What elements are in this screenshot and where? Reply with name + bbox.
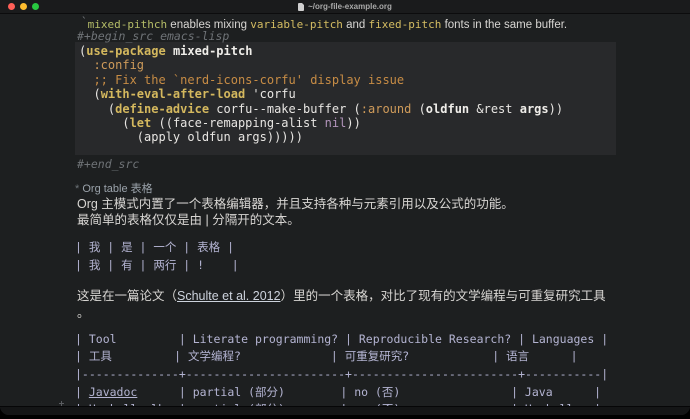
code-line[interactable]: (with-eval-after-load 'corfu xyxy=(79,87,616,101)
editor-buffer[interactable]: `mixed-pithch enables mixing variable-pi… xyxy=(0,14,690,415)
text-segment: | partial (部分) | no (否) | Java | xyxy=(137,385,601,399)
text-segment: variable-pitch xyxy=(250,18,343,31)
text-segment: corfu--make-buffer ( xyxy=(209,102,361,116)
paragraph-1[interactable]: Org 主模式内置了一个表格编辑器，并且支持各种与元素引用以及公式的功能。 xyxy=(77,196,690,213)
table-row[interactable]: | Tool | Literate programming? | Reprodu… xyxy=(75,331,690,349)
text-segment: 'corfu xyxy=(245,87,296,101)
text-segment xyxy=(79,73,93,87)
paper-table[interactable]: | Tool | Literate programming? | Reprodu… xyxy=(75,331,690,415)
screen: { "window": { "title": "~/org-file-examp… xyxy=(0,0,690,419)
document-icon xyxy=(298,3,304,11)
text-segment xyxy=(166,44,173,58)
table-row[interactable]: | 工具 | 文学编程? | 可重复研究? | 语言 | xyxy=(75,348,690,366)
text-segment: )) xyxy=(346,116,360,130)
code-line[interactable]: ;; Fix the `nerd-icons-corfu' display is… xyxy=(79,73,616,87)
code-line[interactable]: (let ((face-remapping-alist nil)) xyxy=(79,116,616,130)
text-segment: | 我 | 是 | 一个 | 表格 | xyxy=(75,240,234,254)
code-block[interactable]: (use-package mixed-pitch :config ;; Fix … xyxy=(75,42,616,155)
text-segment: ( xyxy=(411,102,425,116)
text-segment: &rest xyxy=(469,102,520,116)
text-segment: oldfun xyxy=(426,102,469,116)
window-bottom-edge xyxy=(0,406,690,415)
text-segment: ((face-remapping-alist xyxy=(151,116,324,130)
text-segment: and xyxy=(343,19,369,31)
text-segment: | Tool | Literate programming? | Reprodu… xyxy=(75,332,608,346)
table-row[interactable]: |--------------+-----------------------+… xyxy=(75,366,690,384)
text-segment: let xyxy=(130,116,152,130)
link-schulte-2012[interactable]: Schulte et al. 2012 xyxy=(177,289,281,303)
citation-period-line[interactable]: 。 xyxy=(77,305,690,322)
text-segment: ( xyxy=(79,87,101,101)
text-segment: fixed-pitch xyxy=(369,18,442,31)
paragraph-2[interactable]: 最简单的表格仅仅是由 | 分隔开的文本。 xyxy=(77,212,690,229)
text-segment: define-advice xyxy=(115,102,209,116)
table-row[interactable]: | 我 | 有 | 两行 | ! | xyxy=(75,256,690,274)
text-segment: Org table 表格 xyxy=(82,183,152,195)
text-segment: | xyxy=(75,385,89,399)
text-segment: nil xyxy=(325,116,347,130)
text-segment: use-package xyxy=(86,44,165,58)
text-segment: (apply oldfun args))))) xyxy=(79,130,303,144)
text-segment: |--------------+-----------------------+… xyxy=(75,367,608,381)
intro-line[interactable]: `mixed-pithch enables mixing variable-pi… xyxy=(81,14,690,30)
text-segment: ）里的一个表格，对比了现有的文学编程与可重复研究工具 xyxy=(281,289,606,303)
text-segment: :config xyxy=(93,58,144,72)
text-segment: | 我 | 有 | 两行 | ! | xyxy=(75,258,239,272)
code-line[interactable]: (apply oldfun args))))) xyxy=(79,130,616,144)
text-segment: args xyxy=(520,102,549,116)
table-row[interactable]: | Javadoc | partial (部分) | no (否) | Java… xyxy=(75,384,690,402)
simple-table[interactable]: | 我 | 是 | 一个 | 表格 | | 我 | 有 | 两行 | ! | xyxy=(75,238,690,274)
text-segment: 这是在一篇论文（ xyxy=(77,289,177,303)
org-heading[interactable]: * Org table 表格 xyxy=(75,182,690,196)
text-segment: ( xyxy=(79,102,115,116)
text-segment: )) xyxy=(549,102,563,116)
code-line[interactable]: (use-package mixed-pitch xyxy=(79,44,616,58)
titlebar[interactable]: ~/org-file-example.org xyxy=(0,0,690,14)
table-row[interactable]: | 我 | 是 | 一个 | 表格 | xyxy=(75,238,690,256)
text-segment: with-eval-after-load xyxy=(101,87,246,101)
src-begin-line[interactable]: #+begin_src emacs-lisp xyxy=(77,30,690,42)
window-title-area: ~/org-file-example.org xyxy=(0,0,690,13)
src-end-line[interactable]: #+end_src xyxy=(77,158,690,170)
emacs-window: ~/org-file-example.org `mixed-pithch ena… xyxy=(0,0,690,415)
citation-paragraph[interactable]: 这是在一篇论文（Schulte et al. 2012）里的一个表格，对比了现有… xyxy=(77,288,690,305)
code-line[interactable]: (define-advice corfu--make-buffer (:arou… xyxy=(79,102,616,116)
window-title: ~/org-file-example.org xyxy=(308,2,392,11)
text-segment: ` xyxy=(81,15,88,28)
text-segment: ( xyxy=(79,116,130,130)
code-line[interactable]: :config xyxy=(79,58,616,72)
link-javadoc[interactable]: Javadoc xyxy=(89,385,137,399)
text-segment: :around xyxy=(361,102,412,116)
text-segment: mixed-pitch xyxy=(173,44,252,58)
text-segment: | 工具 | 文学编程? | 可重复研究? | 语言 | xyxy=(75,349,578,363)
text-segment xyxy=(79,58,93,72)
text-segment: ;; Fix the `nerd-icons-corfu' display is… xyxy=(93,73,404,87)
text-segment: fonts in the same buffer. xyxy=(441,19,567,31)
